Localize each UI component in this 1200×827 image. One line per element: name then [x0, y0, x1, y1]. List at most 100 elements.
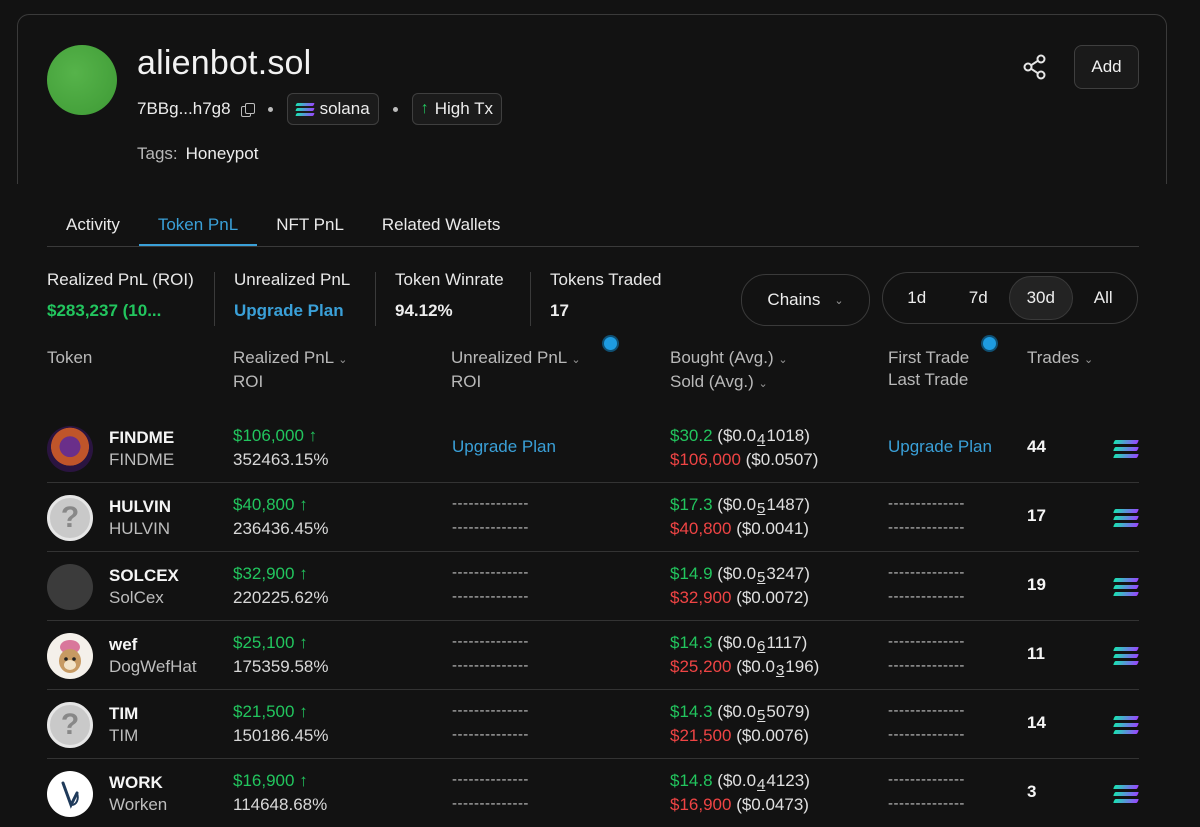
solana-icon[interactable]	[1113, 578, 1139, 596]
placeholder-dashes: --------------	[888, 795, 965, 812]
realized-pnl: $21,500 ↑	[233, 702, 308, 721]
solana-icon[interactable]	[1113, 647, 1139, 665]
placeholder-dashes: --------------	[888, 702, 965, 719]
stat-divider	[530, 272, 531, 326]
chains-dropdown[interactable]: Chains ⌄	[741, 274, 870, 326]
header-realized-pnl[interactable]: Realized PnL ⌄ ROI	[233, 347, 347, 393]
upgrade-plan-link[interactable]: Upgrade Plan	[888, 437, 992, 457]
table-row[interactable]: ? HULVIN HULVIN $40,800 ↑ 236436.45% ---…	[47, 483, 1139, 552]
token-symbol: wef	[109, 635, 138, 654]
table-row[interactable]: FINDME FINDME $106,000 ↑ 352463.15% Upgr…	[47, 414, 1139, 483]
trade-count: 11	[1027, 644, 1045, 663]
header-label: Trades	[1027, 348, 1080, 367]
realized-pnl: $25,100 ↑	[233, 633, 308, 652]
wallet-meta-row: 7BBg...h7g8 solana ↑ High Tx	[137, 92, 502, 126]
stat-tokens-traded: Tokens Traded 17	[550, 270, 662, 321]
arrow-up-icon: ↑	[420, 100, 429, 117]
roi: 175359.58%	[233, 657, 329, 676]
stat-value: 94.12%	[395, 301, 453, 320]
bought: $30.2 ($0.041018)	[670, 426, 810, 448]
solana-icon[interactable]	[1113, 785, 1139, 803]
question-icon: ?	[47, 702, 93, 748]
trade-count: 19	[1027, 575, 1046, 594]
info-dot-icon[interactable]	[604, 337, 617, 350]
placeholder-dashes: --------------	[452, 726, 529, 743]
header-sub: ROI	[233, 372, 264, 391]
wallet-name: alienbot.sol	[137, 44, 312, 82]
info-dot-icon[interactable]	[983, 337, 996, 350]
arrow-up-icon: ↑	[299, 702, 308, 721]
chains-label: Chains	[767, 290, 821, 309]
token-name: FINDME	[109, 450, 175, 469]
bought: $14.3 ($0.061117)	[670, 633, 808, 655]
period-7d[interactable]: 7d	[948, 276, 1010, 320]
sold: $40,800 ($0.0041)	[670, 519, 809, 538]
bought: $14.8 ($0.044123)	[670, 771, 810, 793]
share-icon[interactable]	[1020, 52, 1050, 82]
tab-token-pnl[interactable]: Token PnL	[138, 204, 258, 246]
trade-count: 44	[1027, 437, 1046, 456]
period-1d[interactable]: 1d	[886, 276, 948, 320]
chevron-down-icon: ⌄	[571, 354, 581, 366]
header-sub: ROI	[451, 372, 482, 391]
realized-pnl: $16,900 ↑	[233, 771, 308, 790]
stat-title: Token Winrate	[395, 270, 504, 289]
realized-pnl: $40,800 ↑	[233, 495, 308, 514]
stat-divider	[375, 272, 376, 326]
stat-title: Tokens Traded	[550, 270, 662, 289]
table-row[interactable]: wef DogWefHat $25,100 ↑ 175359.58% -----…	[47, 621, 1139, 690]
placeholder-dashes: --------------	[452, 657, 529, 674]
period-30d[interactable]: 30d	[1009, 276, 1073, 320]
high-tx-badge: ↑ High Tx	[411, 93, 502, 125]
realized-pnl: $106,000 ↑	[233, 426, 318, 445]
header-label: Sold (Avg.)	[670, 372, 754, 391]
solana-icon[interactable]	[1113, 440, 1139, 458]
separator-dot	[392, 106, 398, 112]
upgrade-plan-link[interactable]: Upgrade Plan	[234, 301, 350, 321]
token-name: Worken	[109, 795, 168, 814]
sold: $16,900 ($0.0473)	[670, 795, 809, 814]
roi: 220225.62%	[233, 588, 329, 607]
period-all[interactable]: All	[1073, 276, 1135, 320]
table-row[interactable]: SOLCEX SolCex $32,900 ↑ 220225.62% -----…	[47, 552, 1139, 621]
copy-icon[interactable]	[240, 102, 255, 117]
table-row[interactable]: WORK Worken $16,900 ↑ 114648.68% -------…	[47, 759, 1139, 827]
stat-divider	[214, 272, 215, 326]
tab-related-wallets[interactable]: Related Wallets	[363, 204, 519, 246]
upgrade-plan-link[interactable]: Upgrade Plan	[452, 437, 556, 457]
trade-count: 14	[1027, 713, 1046, 732]
badge-label: High Tx	[434, 99, 493, 118]
placeholder-dashes: --------------	[888, 564, 965, 581]
token-name: TIM	[109, 726, 139, 745]
token-symbol: WORK	[109, 773, 163, 792]
placeholder-dashes: --------------	[888, 519, 965, 536]
arrow-up-icon: ↑	[299, 564, 308, 583]
tab-bar: Activity Token PnL NFT PnL Related Walle…	[47, 204, 1139, 247]
header-unrealized-pnl[interactable]: Unrealized PnL ⌄ ROI	[451, 347, 581, 393]
table-row[interactable]: ? TIM TIM $21,500 ↑ 150186.45% ---------…	[47, 690, 1139, 759]
stat-realized-pnl: Realized PnL (ROI) $283,237 (10...	[47, 270, 194, 321]
tags-row: Tags: Honeypot	[137, 144, 258, 164]
chain-pill[interactable]: solana	[286, 93, 379, 125]
header-label: Unrealized PnL	[451, 348, 567, 367]
tab-nft-pnl[interactable]: NFT PnL	[257, 204, 363, 246]
header-trades[interactable]: Trades ⌄	[1027, 347, 1093, 371]
placeholder-dashes: --------------	[888, 726, 965, 743]
arrow-up-icon: ↑	[299, 633, 308, 652]
sold: $21,500 ($0.0076)	[670, 726, 809, 745]
header-bought-sold[interactable]: Bought (Avg.) ⌄ Sold (Avg.) ⌄	[670, 347, 788, 395]
token-name: DogWefHat	[109, 657, 197, 676]
solana-icon[interactable]	[1113, 509, 1139, 527]
stat-token-winrate: Token Winrate 94.12%	[395, 270, 504, 321]
placeholder-dashes: --------------	[452, 795, 529, 812]
roi: 150186.45%	[233, 726, 329, 745]
placeholder-dashes: --------------	[452, 633, 529, 650]
trade-count: 17	[1027, 506, 1046, 525]
add-button[interactable]: Add	[1074, 45, 1139, 89]
solana-icon[interactable]	[1113, 716, 1139, 734]
wallet-address: 7BBg...h7g8	[137, 99, 231, 118]
roi: 114648.68%	[233, 795, 328, 814]
token-name: SolCex	[109, 588, 164, 607]
tab-activity[interactable]: Activity	[47, 204, 139, 246]
question-icon: ?	[47, 495, 93, 541]
